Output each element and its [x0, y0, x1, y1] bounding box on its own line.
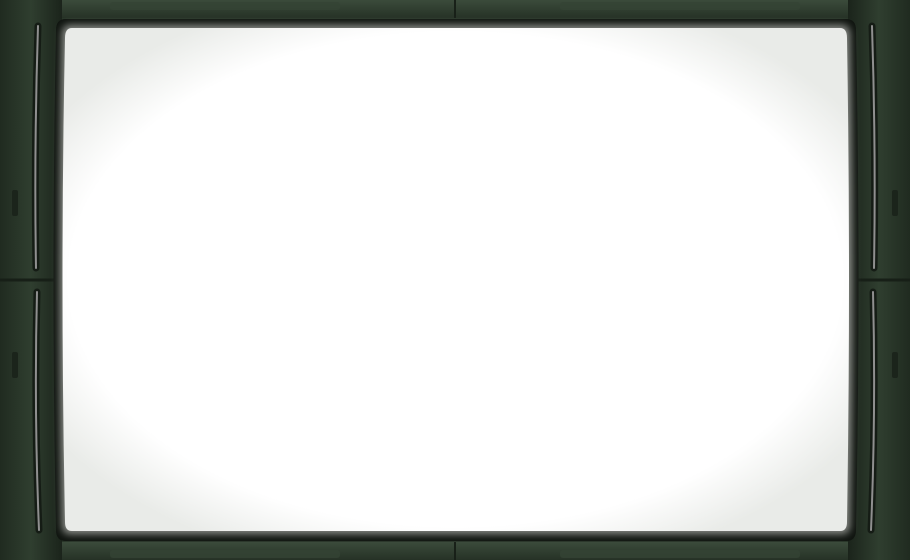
screen-area [62, 28, 849, 531]
bottom-panel-left [110, 550, 340, 558]
bottom-panel-right [560, 550, 800, 558]
top-panel-right [560, 2, 800, 10]
top-panel-left [110, 2, 340, 10]
bezel-graphic [0, 0, 910, 560]
monitor-frame [0, 0, 910, 560]
